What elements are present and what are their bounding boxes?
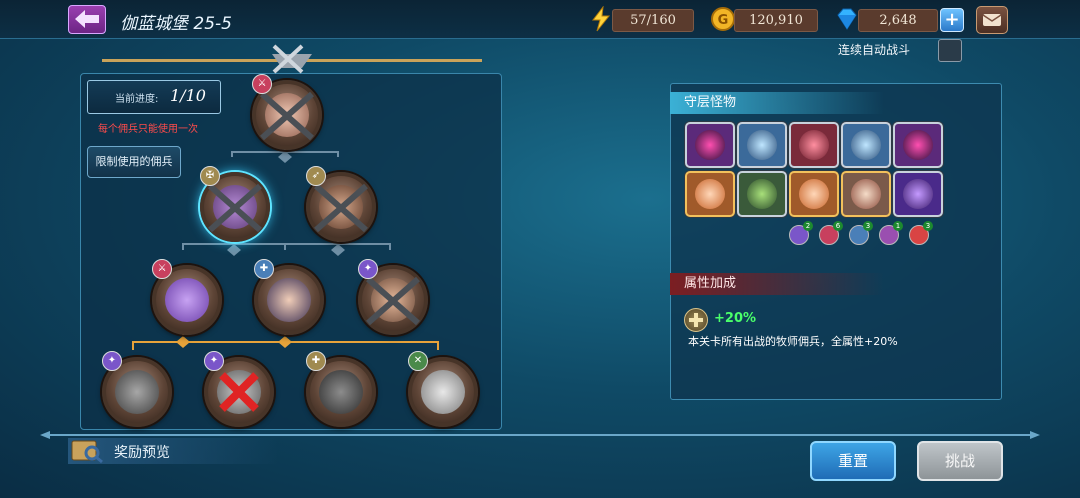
priest-class-icon: [684, 308, 708, 332]
mage-class-icon: ✦: [358, 259, 378, 279]
archer-class-icon: ➶: [306, 166, 326, 186]
tower-node[interactable]: ✚: [306, 351, 376, 427]
berserker-class-icon: ⚔: [252, 74, 272, 94]
mage-class-icon: ✦: [102, 351, 122, 371]
guard-monsters-header: 守层怪物: [670, 92, 884, 114]
class-count: 1: [893, 221, 903, 231]
monster-ice-dragon[interactable]: [841, 122, 891, 168]
tower-node[interactable]: ✦: [358, 259, 428, 335]
bonus-description: 本关卡所有出战的牧师佣兵，全属性+20%: [688, 335, 898, 348]
monster-pirate-captain[interactable]: [841, 171, 891, 217]
class-count: 2: [803, 221, 813, 231]
monster-ice-dragon[interactable]: [737, 122, 787, 168]
monster-purple-demon[interactable]: [685, 122, 735, 168]
mercenary-portrait: [267, 278, 311, 322]
bonus-value: +20%: [714, 311, 757, 326]
sword-class-icon: ✠: [200, 166, 220, 186]
berserker-class-icon: ⚔: [152, 259, 172, 279]
class-count: 3: [863, 221, 873, 231]
mercenary-portrait: [115, 370, 159, 414]
monster-fox-girl[interactable]: [789, 171, 839, 217]
priest-class-icon: ✚: [254, 259, 274, 279]
challenge-button[interactable]: 挑战: [917, 441, 1003, 481]
tower-node[interactable]: ✕: [408, 351, 478, 427]
tower-node[interactable]: ⚔: [252, 74, 322, 150]
reset-button[interactable]: 重置: [810, 441, 896, 481]
mage-class-icon: ✦: [204, 351, 224, 371]
class-count: 6: [833, 221, 843, 231]
monster-red-dragon[interactable]: [789, 122, 839, 168]
reward-preview-label: 奖励预览: [114, 445, 170, 461]
tower-node[interactable]: ✠: [200, 166, 270, 242]
mercenary-portrait: [165, 278, 209, 322]
class-count: 3: [923, 221, 933, 231]
monster-fox-girl[interactable]: [685, 171, 735, 217]
tower-node[interactable]: ⚔: [152, 259, 222, 335]
book-magnifier-icon: [71, 440, 103, 464]
monster-purple-demon[interactable]: [893, 122, 943, 168]
tower-node[interactable]: ➶: [306, 166, 376, 242]
mercenary-portrait: [421, 370, 465, 414]
tower-node[interactable]: ✦: [102, 351, 172, 427]
tower-node[interactable]: ✦: [204, 351, 274, 427]
mercenary-portrait: [319, 370, 363, 414]
attribute-bonus-header: 属性加成: [670, 273, 884, 295]
sword-class-icon: ✕: [408, 351, 428, 371]
monster-purple-dragon[interactable]: [893, 171, 943, 217]
priest-class-icon: ✚: [306, 351, 326, 371]
monster-cat-beast[interactable]: [737, 171, 787, 217]
tower-node[interactable]: ✚: [254, 259, 324, 335]
